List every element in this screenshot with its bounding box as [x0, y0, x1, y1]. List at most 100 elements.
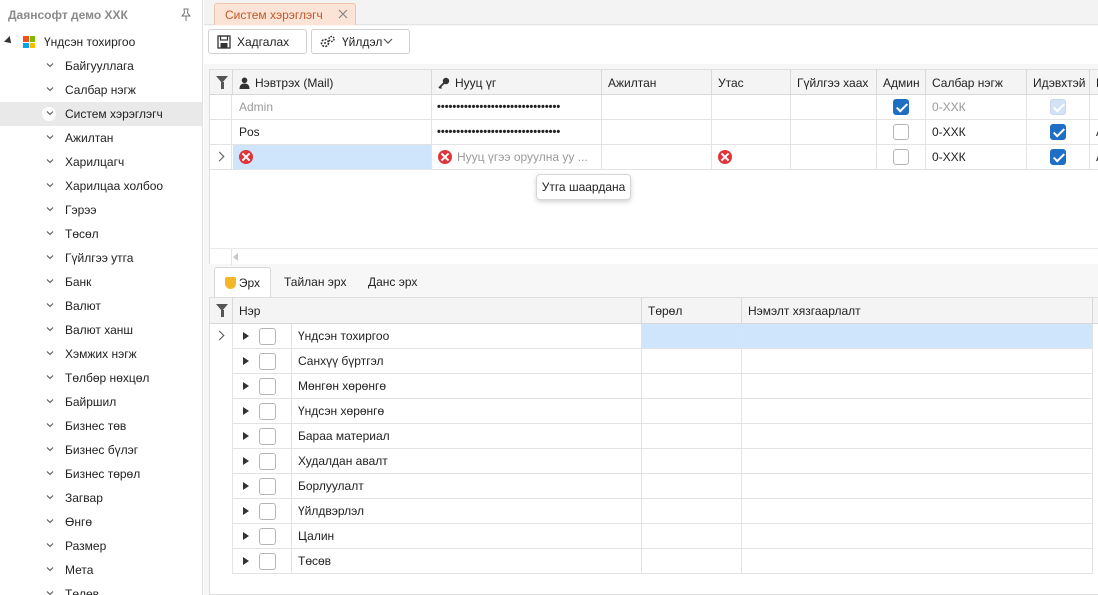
sidebar-item[interactable]: Бизнес бүлэг [0, 438, 202, 462]
column-header-branch[interactable]: Салбар нэгж [926, 70, 1027, 95]
table-row-new[interactable]: Нууц үгээ оруулна уу ... 0-ХХК A [210, 145, 1098, 170]
sidebar-item[interactable]: Харилцагч [0, 150, 202, 174]
table-row[interactable]: Мөнгөн хөрөнгө [210, 374, 1098, 399]
row-checkbox[interactable] [259, 478, 276, 495]
table-row[interactable]: Үйлдвэрлэл [210, 499, 1098, 524]
restriction-cell[interactable] [742, 424, 1093, 449]
horizontal-scrollbar[interactable] [210, 248, 1098, 265]
row-indicator[interactable] [210, 120, 232, 144]
extra-cell[interactable] [1090, 95, 1098, 119]
login-cell-editing[interactable] [233, 145, 432, 169]
active-checkbox[interactable] [1050, 149, 1066, 165]
filter-icon[interactable] [216, 304, 228, 317]
name-cell[interactable]: Худалдан авалт [292, 449, 642, 474]
expand-icon[interactable] [243, 507, 249, 515]
column-header-type[interactable]: Төрөл [642, 298, 742, 324]
restriction-cell[interactable] [742, 399, 1093, 424]
sidebar-item[interactable]: Размер [0, 534, 202, 558]
expand-icon[interactable] [243, 357, 249, 365]
sidebar-item[interactable]: Систем хэрэглэгч [0, 102, 202, 126]
expand-icon[interactable] [243, 457, 249, 465]
column-header-phone[interactable]: Утас [712, 70, 791, 95]
row-indicator[interactable] [210, 524, 232, 549]
sidebar-item[interactable]: Хэмжих нэгж [0, 342, 202, 366]
tx-close-cell[interactable] [791, 120, 877, 144]
sidebar-item[interactable]: Төлөв [0, 582, 202, 595]
scroll-left-icon[interactable] [233, 253, 238, 261]
table-row[interactable]: Борлуулалт [210, 474, 1098, 499]
type-cell[interactable] [642, 424, 742, 449]
name-cell[interactable]: Санхүү бүртгэл [292, 349, 642, 374]
type-cell[interactable] [642, 524, 742, 549]
login-cell[interactable]: Pos [233, 120, 432, 144]
restriction-cell[interactable] [742, 499, 1093, 524]
column-header-active[interactable]: Идэвхтэй [1027, 70, 1090, 95]
admin-checkbox[interactable] [893, 124, 909, 140]
sidebar-item[interactable]: Байршил [0, 390, 202, 414]
extra-cell[interactable]: A [1090, 120, 1098, 144]
column-header-extra[interactable]: Н [1090, 70, 1098, 95]
phone-cell[interactable] [712, 95, 791, 119]
active-cell[interactable] [1027, 145, 1090, 169]
actions-dropdown[interactable]: Үйлдэл [311, 29, 410, 54]
column-header-name[interactable]: Нэр [233, 298, 642, 324]
sidebar-item[interactable]: Төсөл [0, 222, 202, 246]
tab-system-users[interactable]: Систем хэрэглэгч [214, 3, 356, 25]
row-indicator[interactable] [210, 499, 232, 524]
row-checkbox[interactable] [259, 428, 276, 445]
table-row[interactable]: Бараа материал [210, 424, 1098, 449]
employee-cell[interactable] [602, 120, 712, 144]
expand-icon[interactable] [243, 482, 249, 490]
table-row[interactable]: Pos •••••••••••••••••••••••••••••••• 0-Х… [210, 120, 1098, 145]
login-cell[interactable]: Admin [233, 95, 432, 119]
active-cell[interactable] [1027, 120, 1090, 144]
sidebar-item[interactable]: Харилцаа холбоо [0, 174, 202, 198]
sidebar-item[interactable]: Бизнес төрөл [0, 462, 202, 486]
sidebar-item[interactable]: Мета [0, 558, 202, 582]
sidebar-item[interactable]: Ажилтан [0, 126, 202, 150]
type-cell[interactable] [642, 549, 742, 574]
employee-cell[interactable] [602, 145, 712, 169]
row-checkbox[interactable] [259, 403, 276, 420]
expand-icon[interactable] [243, 382, 249, 390]
branch-cell[interactable]: 0-ХХК [926, 95, 1027, 119]
column-header-password[interactable]: Нууц үг [432, 70, 602, 95]
expand-icon[interactable] [243, 407, 249, 415]
expand-icon[interactable] [243, 532, 249, 540]
table-row[interactable]: Үндсэн хөрөнгө [210, 399, 1098, 424]
name-cell[interactable]: Үйлдвэрлэл [292, 499, 642, 524]
sidebar-item[interactable]: Валют ханш [0, 318, 202, 342]
phone-cell[interactable] [712, 120, 791, 144]
sidebar-item[interactable]: Валют [0, 294, 202, 318]
collapse-icon[interactable] [4, 36, 14, 46]
name-cell[interactable]: Цалин [292, 524, 642, 549]
table-row[interactable]: Үндсэн тохиргоо [210, 324, 1098, 349]
name-cell[interactable]: Үндсэн хөрөнгө [292, 399, 642, 424]
sidebar-item[interactable]: Гэрээ [0, 198, 202, 222]
type-cell[interactable] [642, 499, 742, 524]
extra-cell[interactable]: A [1090, 145, 1098, 169]
type-cell[interactable] [642, 449, 742, 474]
admin-checkbox[interactable] [893, 149, 909, 165]
column-header-tx-close[interactable]: Гүйлгээ хаах [791, 70, 877, 95]
tx-close-cell[interactable] [791, 95, 877, 119]
name-cell[interactable]: Төсөв [292, 549, 642, 574]
row-indicator[interactable] [210, 95, 232, 119]
column-header-login[interactable]: Нэвтрэх (Mail) [233, 70, 432, 95]
row-checkbox[interactable] [259, 328, 276, 345]
filter-column[interactable] [210, 298, 233, 324]
password-cell[interactable]: •••••••••••••••••••••••••••••••• [432, 95, 602, 119]
password-cell[interactable]: •••••••••••••••••••••••••••••••• [432, 120, 602, 144]
restriction-cell[interactable] [742, 474, 1093, 499]
type-cell[interactable] [642, 324, 742, 349]
row-indicator[interactable] [210, 399, 232, 424]
admin-cell[interactable] [877, 95, 926, 119]
restriction-cell[interactable] [742, 324, 1093, 349]
column-header-employee[interactable]: Ажилтан [602, 70, 712, 95]
save-button[interactable]: Хадгалах [208, 29, 307, 54]
pin-icon[interactable] [180, 8, 192, 22]
row-checkbox[interactable] [259, 453, 276, 470]
tab-report-permissions[interactable]: Тайлан эрх [274, 267, 356, 297]
table-row[interactable]: Төсөв [210, 549, 1098, 574]
admin-cell[interactable] [877, 145, 926, 169]
